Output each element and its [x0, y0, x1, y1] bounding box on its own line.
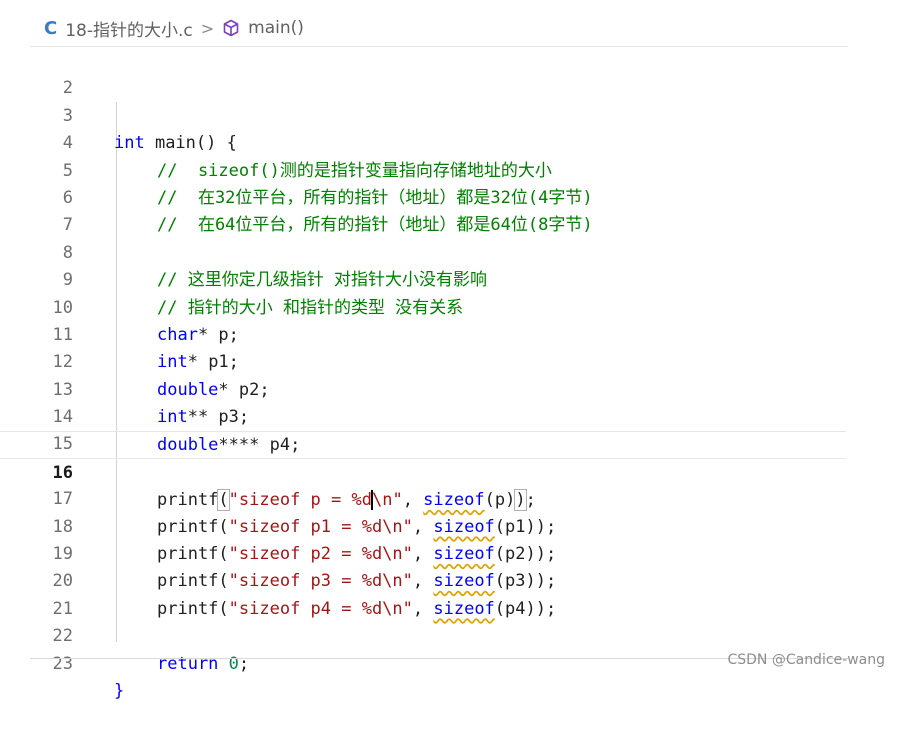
code-line[interactable]: 7	[0, 185, 901, 235]
chevron-right-icon: >	[200, 18, 215, 38]
closing-brace: }	[114, 681, 125, 702]
editor-bottom-divider	[30, 658, 848, 659]
code-line[interactable]: 13 int** p3;	[0, 349, 901, 427]
code-line[interactable]: 8 // 这里你定几级指针 对指针大小没有影响	[0, 212, 901, 290]
breadcrumb: C 18-指针的大小.c > main()	[44, 14, 304, 42]
code-line[interactable]: 12 double* p2;	[0, 322, 901, 399]
code-line[interactable]: 20 printf("sizeof p4 = %d\n", sizeof(p4)…	[0, 541, 901, 618]
breadcrumb-symbol[interactable]: main()	[248, 18, 304, 38]
code-line[interactable]: 2	[0, 48, 901, 98]
number-literal: 0	[228, 653, 239, 674]
code-line[interactable]: 3 int main() {	[0, 75, 901, 153]
code-line[interactable]: 14 double**** p4;	[0, 377, 901, 454]
breadcrumb-file[interactable]: 18-指针的大小.c	[65, 16, 193, 41]
code-line[interactable]: 15	[0, 404, 901, 454]
code-line[interactable]: 10 char* p;	[0, 267, 901, 345]
code-line[interactable]: 21	[0, 568, 901, 619]
code-line[interactable]: 22 return 0;	[0, 596, 901, 673]
code-line[interactable]: 19 printf("sizeof p3 = %d\n", sizeof(p3)…	[0, 514, 901, 591]
line-number: 23	[52, 653, 73, 674]
current-code-line[interactable]: 16 printf("sizeof p = %d\n", sizeof(p));	[0, 431, 846, 512]
code-line[interactable]: 5 // 在32位平台，所有的指针（地址）都是32位(4字节)	[0, 130, 901, 208]
code-editor[interactable]: 2 3 int main() { 4 // sizeof()测的是指针变量指向存…	[0, 48, 901, 701]
code-line[interactable]: 4 // sizeof()测的是指针变量指向存储地址的大小	[0, 103, 901, 180]
breadcrumb-divider	[30, 46, 848, 47]
code-text: ;	[238, 653, 250, 674]
symbol-method-icon	[222, 19, 240, 37]
code-line[interactable]: 6 // 在64位平台，所有的指针（地址）都是64位(8字节)	[0, 158, 901, 235]
code-line[interactable]: 18 printf("sizeof p2 = %d\n", sizeof(p2)…	[0, 486, 901, 564]
code-line[interactable]: 9 // 指针的大小 和指针的类型 没有关系	[0, 240, 901, 317]
keyword: return	[157, 653, 219, 674]
code-line[interactable]: 17 printf("sizeof p1 = %d\n", sizeof(p1)…	[0, 459, 901, 536]
watermark: CSDN @Candice-wang	[727, 652, 885, 668]
c-file-icon: C	[44, 17, 58, 39]
code-line[interactable]: 23 }	[0, 623, 901, 701]
code-line[interactable]: 11 int* p1;	[0, 295, 901, 372]
